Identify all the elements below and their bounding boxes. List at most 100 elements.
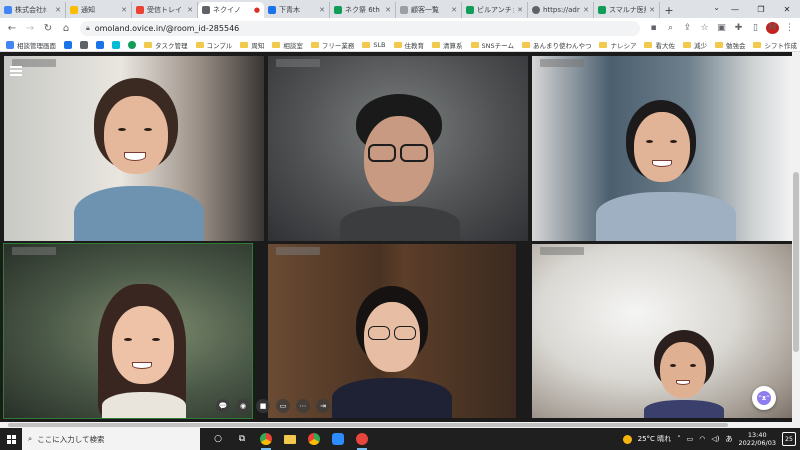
browser-tab[interactable]: ビルアンチョ✕ [462,2,528,18]
active-app-icon[interactable] [354,431,370,450]
profile-avatar[interactable]: M [766,22,779,34]
task-view-icon[interactable]: ⧉ [234,431,250,447]
file-explorer-icon[interactable] [282,431,298,447]
browser-tab[interactable]: 通知 ✕ [66,2,132,18]
bookmark-item[interactable] [112,40,120,49]
bookmark-folder[interactable]: 相談室 [272,40,303,50]
start-button[interactable] [0,428,22,450]
bookmark-item[interactable]: 相談管理画面 [6,40,56,50]
chevron-up-icon[interactable]: ˄ [677,435,681,443]
browser-tab[interactable]: 受信トレイ ✕ [132,2,198,18]
browser-tab[interactable]: 顧客一覧 ✕ [396,2,462,18]
bookmark-folder[interactable]: 清算系 [432,40,463,50]
address-bar[interactable]: 🔒︎ omoland.ovice.in/@room_id-285546 [80,20,640,36]
share-icon[interactable]: ⇪ [681,23,694,33]
close-icon[interactable]: ✕ [187,6,193,14]
close-icon[interactable]: ✕ [385,6,391,14]
bookmark-folder[interactable]: フリー業務 [310,40,354,50]
close-icon[interactable]: ✕ [649,6,655,14]
bookmark-folder[interactable]: 減少 [682,40,707,50]
bookmark-folder[interactable]: あんまり使わんやつ [521,40,591,50]
scrollbar-thumb[interactable] [793,172,799,352]
close-icon[interactable]: ✕ [517,6,523,14]
extension-icon[interactable]: ▣ [715,23,728,33]
minimize-button[interactable]: — [722,0,748,18]
sidepanel-icon[interactable]: ▯ [749,23,762,33]
new-tab-button[interactable]: + [660,2,678,18]
browser-tab[interactable]: 下青木 ✕ [264,2,330,18]
ime-indicator[interactable]: あ [726,434,733,444]
folder-icon [144,41,152,48]
network-icon[interactable]: ▭ [687,435,694,443]
chat-icon[interactable]: 💬 [216,399,230,413]
camera-indicator-icon[interactable]: ▪ [647,23,660,33]
hamburger-menu-icon[interactable] [10,66,22,76]
cortana-icon[interactable]: ○ [210,431,226,447]
bookmark-item[interactable] [64,40,72,49]
broadcast-icon[interactable]: ◉ [236,399,250,413]
bookmark-folder[interactable]: ナレシア [599,40,636,50]
close-icon[interactable]: ✕ [55,6,61,14]
bookmark-item[interactable] [96,40,104,49]
browser-tab[interactable]: スマルナ医療✕ [594,2,660,18]
bookmark-folder[interactable]: 周知 [240,40,264,50]
bookmark-folder[interactable]: SLB [362,41,386,49]
chrome-profile-icon[interactable] [306,431,322,447]
close-icon[interactable]: ✕ [121,6,127,14]
lock-icon[interactable]: 🔒︎ [86,24,90,33]
close-window-button[interactable]: ✕ [774,0,800,18]
close-icon[interactable]: ✕ [451,6,457,14]
home-icon[interactable]: ⌂ [58,20,74,36]
chrome-icon[interactable] [258,431,274,450]
weather-sun-icon[interactable] [622,434,632,444]
bookmark-folder[interactable]: 看大佐 [644,40,675,50]
notification-center-icon[interactable]: 25 [782,432,796,446]
video-tile[interactable] [3,243,253,419]
video-tile[interactable] [4,56,264,241]
assistant-bot-button[interactable]: ᵔᴥᵔ [752,386,776,410]
weather-text[interactable]: 25°C 晴れ [638,434,672,444]
menu-dots-icon[interactable]: ⋮ [783,23,796,33]
video-tile[interactable] [532,56,792,241]
zoom-icon[interactable]: ⌕ [664,23,677,33]
video-tile[interactable] [268,56,528,241]
browser-tab[interactable]: 株式会社ﾎ ✕ [0,2,66,18]
bookmark-item[interactable] [80,40,88,49]
taskbar-search[interactable]: ⌕ ここに入力して検索 [22,428,200,450]
vertical-scrollbar[interactable] [792,52,800,422]
forward-arrow-icon[interactable]: → [22,20,38,36]
bookmark-folder[interactable]: タスク管理 [144,40,188,50]
wifi-icon[interactable]: ◠ [699,435,705,443]
bookmark-folder[interactable]: 勉強会 [714,40,745,50]
bookmark-star-icon[interactable]: ☆ [698,23,711,33]
folder-icon [644,41,653,48]
browser-tab[interactable]: https://adr ✕ [528,2,594,18]
back-arrow-icon[interactable]: ← [4,20,20,36]
bookmark-folder[interactable]: SNSチーム [470,40,514,50]
close-icon[interactable]: ✕ [583,6,589,14]
clock[interactable]: 13:40 2022/06/03 [739,431,776,447]
bookmark-folder[interactable]: 住教育 [393,40,424,50]
bookmark-folder[interactable]: コンプル [195,40,232,50]
bookmark-folder[interactable]: シフト作成 [753,40,797,50]
search-placeholder: ここに入力して検索 [37,434,105,444]
screen-share-icon[interactable]: ▭ [276,399,290,413]
scrollbar-thumb[interactable] [8,423,728,427]
browser-tab-active[interactable]: ネクイノ ● [198,2,264,18]
volume-icon[interactable]: ◁) [711,435,719,443]
zoom-app-icon[interactable] [330,431,346,447]
tab-favicon-icon [268,6,276,14]
participant-video [84,284,204,418]
more-icon[interactable]: ⋯ [296,399,310,413]
chevron-down-icon[interactable]: ⌄ [713,3,720,12]
video-tile[interactable] [268,244,516,418]
leave-icon[interactable]: ⇥ [316,399,330,413]
bookmark-item[interactable] [128,40,136,49]
reload-icon[interactable]: ↻ [40,20,56,36]
close-icon[interactable]: ✕ [319,6,325,14]
folder-icon [470,41,479,48]
browser-tab[interactable]: ネク祭 6th ✕ [330,2,396,18]
restore-button[interactable]: ❐ [748,0,774,18]
puzzle-icon[interactable]: ✚ [732,23,745,33]
camera-icon[interactable]: ■ [256,399,270,413]
